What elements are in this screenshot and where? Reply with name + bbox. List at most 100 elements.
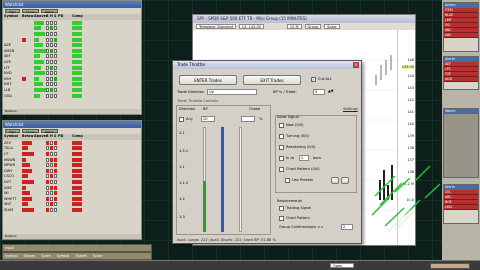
comp-cell — [72, 54, 85, 59]
flag-s-cell — [54, 174, 58, 179]
signal-in-at-label: In at — [286, 156, 295, 160]
ratio-label: 2:1 — [179, 131, 185, 135]
choke-input[interactable] — [241, 116, 255, 122]
ratio-label: 1:3 — [179, 215, 185, 219]
symbol-cell: AMZN — [4, 48, 15, 53]
bp-heading: BP — [203, 107, 208, 111]
signal-turning-checkbox[interactable] — [279, 134, 284, 139]
flag-s-cell — [54, 87, 58, 92]
comp-cell — [72, 93, 85, 98]
settings-link[interactable]: Settings — [343, 107, 358, 111]
y-label: 146 — [407, 58, 414, 62]
interval-select[interactable]: 15 M — [286, 24, 302, 29]
enter-trades-button[interactable]: ENTER Trades — [179, 75, 237, 85]
flag-s-cell — [54, 140, 58, 145]
req-chart-pattern-label: Chart Pattern — [286, 216, 310, 220]
tab-watch[interactable]: Watch — [40, 9, 59, 14]
tab-focus[interactable]: Focus — [22, 9, 39, 14]
close-icon[interactable]: × — [353, 62, 359, 68]
flag-s-cell — [54, 82, 58, 87]
watchlist-rows: ZEV TSLA CF MSWN MPWR DWY CSCO DVT AMZ WI WHETT WLF… — [3, 140, 141, 213]
tab-main[interactable]: Main — [5, 129, 21, 134]
entry-label: Trade Direction — [177, 90, 205, 94]
group-button[interactable]: Group — [304, 24, 322, 29]
use-presets-checkbox[interactable] — [285, 178, 290, 183]
group-confirm-input[interactable]: 2 — [341, 224, 353, 230]
table-row[interactable]: SLVM — [3, 207, 141, 213]
ratio-label: 1:1 — [179, 165, 185, 169]
scale-button[interactable]: Scale — [324, 24, 340, 29]
exit-trades-button[interactable]: EXIT Trades — [243, 75, 301, 85]
above-cell — [34, 76, 46, 81]
quantity-input[interactable]: 20 — [201, 116, 215, 122]
flag-s-cell — [54, 71, 58, 76]
signal-now-checkbox[interactable] — [279, 123, 284, 128]
price-candles — [375, 55, 392, 85]
tab-focus[interactable]: Focus — [22, 129, 39, 134]
flag-s-cell — [54, 151, 58, 156]
list-item[interactable]: LMG — [444, 205, 478, 210]
symbol-cell: DWY — [4, 168, 13, 173]
symbol-cell: WI — [4, 191, 9, 196]
status-bar: Buttons — [3, 234, 141, 239]
price-field[interactable]: L5: 145.00 — [239, 24, 264, 29]
chart-toolbar: Template: Standard L5: 145.00 15 M Group… — [193, 23, 415, 30]
open-combo[interactable]: Open — [330, 263, 354, 268]
symbol-cell: TSLA — [4, 146, 13, 151]
template-select[interactable]: Template: Standard — [196, 24, 237, 29]
y-label: 136 — [407, 170, 414, 174]
watch-list-title: Watch — [444, 109, 478, 114]
in-at-suffix: bars — [313, 156, 321, 160]
window-title: Watchlist — [3, 1, 141, 8]
below-cell — [22, 174, 34, 179]
flag-s-cell — [54, 202, 58, 207]
signal-turning-label: Turning (0/0) — [286, 134, 309, 138]
symbol-cell: CSCO — [4, 174, 14, 179]
list-item[interactable]: ABC — [444, 33, 478, 38]
y-label: 10.0 — [406, 198, 414, 202]
signal-chart-pattern-checkbox[interactable] — [279, 167, 284, 172]
signal-reentering-checkbox[interactable] — [279, 145, 284, 150]
below-cell — [22, 185, 34, 190]
flag-s-cell — [54, 20, 58, 25]
flag-s-cell — [54, 191, 58, 196]
below-cell — [22, 140, 34, 145]
taskbar-button[interactable] — [430, 263, 470, 269]
direction-select[interactable]: Up — [207, 89, 257, 95]
table-row[interactable]: GGG — [3, 93, 141, 99]
preset-button-2[interactable] — [341, 177, 349, 184]
dialog-title: Trade Throttle × — [173, 61, 361, 69]
flag-s-cell — [54, 31, 58, 36]
use-presets-label: Use Presets — [292, 178, 313, 182]
volume-bars — [379, 165, 393, 200]
price-scale[interactable]: 146 145.00 144 143 142 141 140 139 138 1… — [397, 30, 415, 245]
above-cell — [34, 26, 46, 31]
list-item[interactable]: ADD — [444, 77, 478, 82]
bottom-alerts-list: Alerts CEL ABC BOE LMG — [443, 184, 479, 224]
tab-main[interactable]: Main — [5, 9, 21, 14]
tab-watch[interactable]: Watch — [40, 129, 59, 134]
preset-button[interactable] — [331, 177, 339, 184]
above-cell — [34, 65, 46, 70]
col-shares: Shares — [23, 254, 36, 258]
signal-in-at-checkbox[interactable] — [279, 156, 284, 161]
req-trading-signal-checkbox[interactable] — [279, 206, 284, 211]
choke-slider-2[interactable] — [239, 127, 242, 232]
bp-per-trade-input[interactable]: 5 — [313, 89, 325, 95]
comp-cell — [72, 71, 85, 76]
cut-all-checkbox[interactable] — [311, 77, 316, 82]
symbol-cell: NVD — [4, 71, 12, 76]
req-chart-pattern-checkbox[interactable] — [279, 216, 284, 221]
flag-s-cell — [54, 157, 58, 162]
symbol-cell: AEF — [4, 54, 11, 59]
col-symbol: Symbol — [5, 254, 18, 258]
flag-s-cell — [54, 37, 58, 42]
in-at-input[interactable]: 2 — [299, 155, 309, 161]
y-label: 142 — [407, 98, 414, 102]
watch-list: Watch — [443, 108, 479, 178]
bp-stepper-icon[interactable]: ▲▼ — [328, 89, 334, 93]
right-panel: Action ITEM BLUE LMP GG ABC ABC Alerts AEF LPC… — [442, 0, 480, 270]
y-label: 138 — [407, 146, 414, 150]
symbol-cell: DVT — [4, 179, 12, 184]
any-checkbox[interactable] — [179, 117, 184, 122]
